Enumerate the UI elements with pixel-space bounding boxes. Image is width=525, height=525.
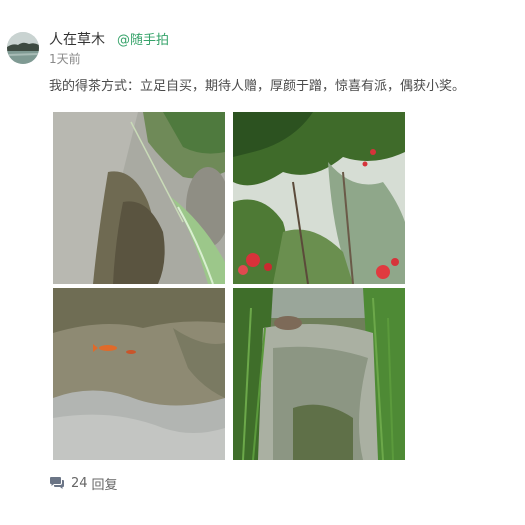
reply-count: 24 <box>71 475 88 491</box>
avatar[interactable] <box>7 32 39 64</box>
post-text: 我的得茶方式：立足自买，期待人赠，厚颜于蹭，惊喜有派，偶获小奖。 <box>49 79 466 94</box>
topic-tag[interactable]: @随手拍 <box>117 32 169 49</box>
post-card: 人在草木 @随手拍 1天前 我的得茶方式：立足自买，期待人赠，厚颜于蹭，惊喜有派… <box>0 0 525 525</box>
photo-pond-reflection[interactable] <box>53 112 225 284</box>
post-time: 1天前 <box>49 52 81 66</box>
author-name[interactable]: 人在草木 <box>49 31 105 49</box>
photo-garden-pond[interactable] <box>233 288 405 460</box>
reply-label: 回复 <box>91 477 118 493</box>
photo-goldfish-pond[interactable] <box>53 288 225 460</box>
reply-button[interactable]: 24 回复 <box>49 474 118 493</box>
comment-icon <box>49 476 65 490</box>
photo-flowering-tree[interactable] <box>233 112 405 284</box>
